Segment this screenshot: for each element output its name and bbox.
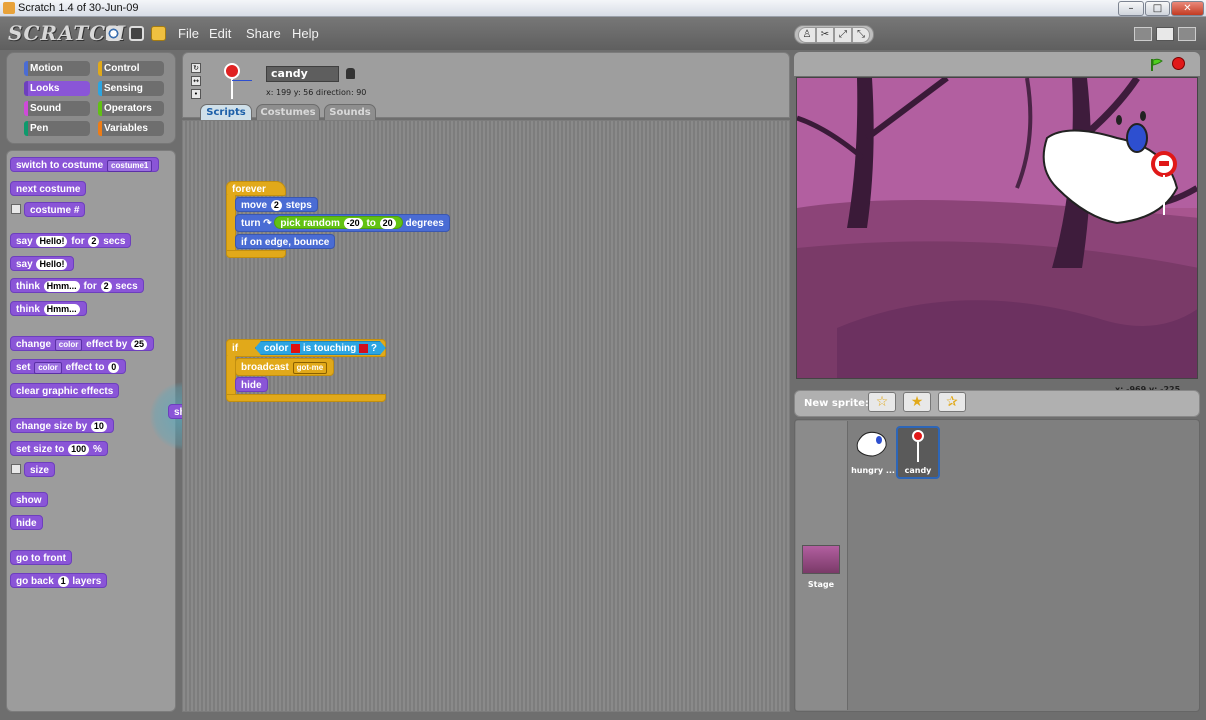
candy-sprite-thumbnail-icon <box>224 63 240 79</box>
block-forever[interactable]: forever <box>226 181 286 196</box>
stage-canvas[interactable] <box>796 77 1198 379</box>
scratch-app-icon <box>3 2 15 14</box>
normal-stage-view-icon[interactable] <box>1156 27 1174 41</box>
category-pen[interactable]: Pen <box>24 121 90 136</box>
block-hide[interactable]: hide <box>10 515 43 530</box>
block-change-size[interactable]: change size by 10 <box>10 418 114 433</box>
candy-stick-icon <box>231 79 233 99</box>
block-think[interactable]: think Hmm... <box>10 301 87 316</box>
tab-sounds[interactable]: Sounds <box>324 104 376 121</box>
block-say[interactable]: say Hello! <box>10 256 75 271</box>
menu-help[interactable]: Help <box>292 26 319 41</box>
block-say-for-secs[interactable]: say Hello! for 2 secs <box>10 233 132 248</box>
sprite-name-field[interactable]: candy <box>266 66 339 82</box>
block-clear-graphic-effects[interactable]: clear graphic effects <box>10 383 120 398</box>
block-turn-degrees[interactable]: turn ↷ pick random -20 to 20 degrees <box>235 214 450 232</box>
menu-share[interactable]: Share <box>246 26 281 41</box>
block-go-to-front[interactable]: go to front <box>10 550 72 565</box>
block-broadcast[interactable]: broadcast got-me <box>235 358 335 376</box>
color-swatch-dark-red[interactable] <box>359 344 368 353</box>
block-costume-number[interactable]: costume # <box>24 202 86 217</box>
random-sprite-icon[interactable]: ✰ <box>938 392 966 412</box>
choose-sprite-from-file-icon[interactable]: ★ <box>903 392 931 412</box>
grow-sprite-icon[interactable]: ⤢ <box>834 27 852 43</box>
category-looks[interactable]: Looks <box>24 81 90 96</box>
candy-thumbnail-icon <box>912 430 924 442</box>
if-c-bottom <box>226 394 386 402</box>
sprite-list-panel <box>794 419 1200 712</box>
category-control[interactable]: Control <box>98 61 164 76</box>
menu-edit[interactable]: Edit <box>209 26 231 41</box>
block-size[interactable]: size <box>24 462 55 477</box>
language-globe-icon[interactable] <box>106 26 121 41</box>
block-hide-in-script[interactable]: hide <box>235 377 268 392</box>
paint-new-sprite-icon[interactable]: ☆ <box>868 392 896 412</box>
maximize-button[interactable]: □ <box>1145 1 1170 16</box>
block-show[interactable]: show <box>10 492 48 507</box>
sprite-position-readout: x: 199 y: 56 direction: 90 <box>266 88 367 97</box>
block-if-on-edge-bounce[interactable]: if on edge, bounce <box>235 234 336 249</box>
category-sound[interactable]: Sound <box>24 101 90 116</box>
share-project-icon[interactable] <box>151 26 166 41</box>
block-set-effect[interactable]: set color effect to 0 <box>10 359 127 374</box>
tab-scripts[interactable]: Scripts <box>200 104 252 121</box>
tab-costumes[interactable]: Costumes <box>256 104 320 121</box>
direction-indicator <box>232 80 252 81</box>
block-switch-to-costume[interactable]: switch to costume costume1 <box>10 157 160 172</box>
close-window-button[interactable]: ✕ <box>1171 1 1204 16</box>
stop-sign-icon[interactable] <box>1172 57 1185 70</box>
block-go-back-layers[interactable]: go back 1 layers <box>10 573 108 588</box>
save-disk-icon[interactable] <box>129 26 144 41</box>
stage-controls-bar <box>794 52 1200 76</box>
forever-c-bottom <box>226 250 286 258</box>
block-think-for-secs[interactable]: think Hmm... for 2 secs <box>10 278 144 293</box>
candy-thumbnail-stick <box>917 442 919 462</box>
green-flag-icon[interactable] <box>1150 57 1164 71</box>
minimize-button[interactable]: – <box>1118 1 1144 16</box>
color-swatch-red[interactable] <box>291 344 300 353</box>
block-move-steps[interactable]: move 2 steps <box>235 197 318 212</box>
category-motion[interactable]: Motion <box>24 61 90 76</box>
block-if[interactable]: if color is touching ? <box>226 339 386 357</box>
menu-file[interactable]: File <box>178 26 199 41</box>
size-checkbox[interactable] <box>11 464 21 474</box>
presentation-mode-icon[interactable] <box>1178 27 1196 41</box>
lock-icon[interactable] <box>346 68 355 79</box>
block-change-effect[interactable]: change color effect by 25 <box>10 336 155 351</box>
category-variables[interactable]: Variables <box>98 121 164 136</box>
shrink-sprite-icon[interactable]: ⤡ <box>852 27 870 43</box>
window-title: Scratch 1.4 of 30-Jun-09 <box>18 2 139 14</box>
delete-scissors-icon[interactable]: ✂ <box>816 27 834 43</box>
window-title-bar <box>0 0 1206 17</box>
category-sensing[interactable]: Sensing <box>98 81 164 96</box>
block-pick-random[interactable]: pick random -20 to 20 <box>274 216 403 229</box>
category-operators[interactable]: Operators <box>98 101 164 116</box>
new-sprite-label: New sprite: <box>804 398 869 409</box>
block-next-costume[interactable]: next costume <box>10 181 87 196</box>
duplicate-stamp-icon[interactable]: ♙ <box>798 27 816 43</box>
rotate-all-around-icon[interactable]: ↻ <box>191 63 201 73</box>
sprite-label-hungry: hungry ... <box>851 466 895 475</box>
block-color-is-touching[interactable]: color is touching ? <box>255 341 386 355</box>
small-stage-view-icon[interactable] <box>1134 27 1152 41</box>
block-set-size[interactable]: set size to 100 % <box>10 441 108 456</box>
sprite-label-candy: candy <box>904 466 932 475</box>
costume-number-checkbox[interactable] <box>11 204 21 214</box>
ghost-sprite-thumbnail[interactable] <box>853 430 891 462</box>
stage-thumbnail[interactable] <box>802 545 840 574</box>
stage-label: Stage <box>807 580 835 589</box>
no-rotate-icon[interactable]: • <box>191 89 201 99</box>
left-right-flip-icon[interactable]: ↔ <box>191 76 201 86</box>
